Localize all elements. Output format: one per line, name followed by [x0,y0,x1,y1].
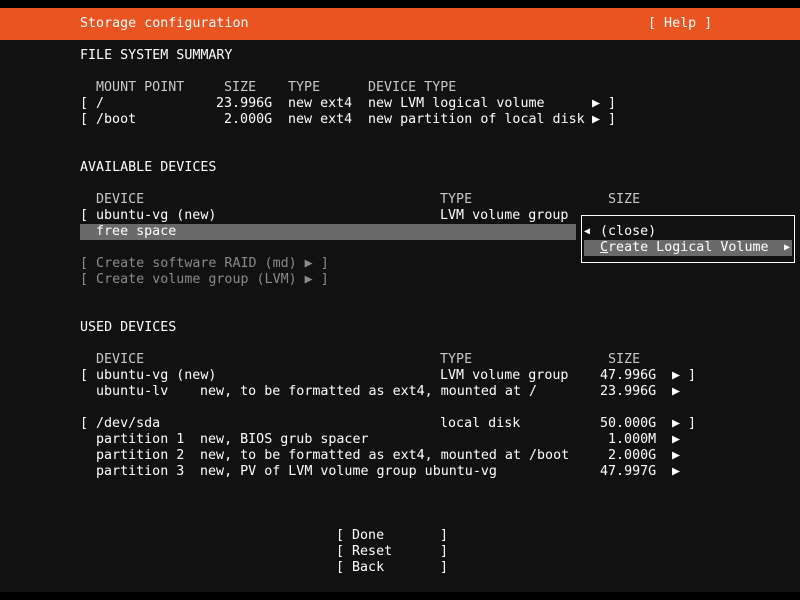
device-name: partition 2 [96,448,185,463]
device-type: LVM volume group [440,368,569,383]
device-size: 47.997G [600,464,657,479]
col-device-type: DEVICE TYPE [368,80,457,95]
page-title: Storage configuration [80,16,249,31]
button-bracket-right: ] [440,544,449,559]
close-arrow-icon[interactable]: ◀ [584,224,590,240]
available-devices-heading: AVAILABLE DEVICES [80,160,217,175]
create-raid-button[interactable]: [ Create software RAID (md) ▶ ] [80,256,329,272]
row-bracket: [ [80,416,89,431]
reset-button-label: Reset [352,544,393,559]
fs-type: new ext4 [288,112,353,127]
button-bracket-left: [ [336,544,345,559]
device-name: partition 3 [96,464,185,479]
button-bracket-right: ] [440,528,449,543]
device-name: ubuntu-lv [96,384,169,399]
mount-point: /boot [96,112,137,127]
device-name: ubuntu-vg (new) [96,368,217,383]
fs-size: 2.000G [224,112,273,127]
row-bracket: [ [80,96,89,111]
back-button-label: Back [352,560,385,575]
col-size: SIZE [224,80,257,95]
row-arrow-icon[interactable]: ▶ ] [672,368,696,384]
row-arrow-icon[interactable]: ▶ [672,464,680,480]
col-mount-point: MOUNT POINT [96,80,185,95]
free-space-label: free space [96,224,177,239]
device-size: 2.000G [608,448,657,463]
fs-size: 23.996G [216,96,273,111]
row-arrow-icon[interactable]: ▶ [672,384,680,400]
device-description: new, BIOS grub spacer [200,432,369,447]
col-type: TYPE [440,192,473,207]
device-description: new, to be formatted as ext4, mounted at… [200,384,538,399]
create-logical-volume-label: Create Logical Volume [600,240,769,256]
row-bracket: [ [80,368,89,383]
submenu-arrow-icon: ▶ [784,242,791,253]
device-size: 50.000G [600,416,657,431]
device-size: 47.996G [600,368,657,383]
create-volume-group-button[interactable]: [ Create volume group (LVM) ▶ ] [80,272,329,288]
row-bracket: [ [80,208,89,223]
help-button[interactable]: [ Help ] [648,16,712,32]
button-bracket-left: [ [336,560,345,575]
device-type: new partition of local disk [368,112,585,127]
row-arrow-icon[interactable]: ▶ ] [592,96,616,112]
button-bracket-left: [ [336,528,345,543]
device-name: ubuntu-vg (new) [96,208,217,223]
col-size: SIZE [608,192,641,207]
fs-summary-heading: FILE SYSTEM SUMMARY [80,48,233,63]
col-type: TYPE [440,352,473,367]
row-arrow-icon[interactable]: ▶ [672,432,680,448]
fs-type: new ext4 [288,96,353,111]
row-bracket: [ [80,112,89,127]
device-type: local disk [440,416,521,431]
mount-point: / [96,96,105,111]
device-name: /dev/sda [96,416,161,431]
col-device: DEVICE [96,192,145,207]
button-bracket-right: ] [440,560,449,575]
device-size: 1.000M [608,432,657,447]
hotkey-letter: C [600,240,609,255]
row-arrow-icon[interactable]: ▶ ] [672,416,696,432]
label-rest: reate Logical Volume [608,240,769,255]
done-button-label: Done [352,528,385,543]
device-name: partition 1 [96,432,185,447]
row-arrow-icon[interactable]: ▶ [672,448,680,464]
device-type: new LVM logical volume [368,96,545,111]
device-size: 23.996G [600,384,657,399]
col-device: DEVICE [96,352,145,367]
device-type: LVM volume group [440,208,569,223]
device-description: new, to be formatted as ext4, mounted at… [200,448,570,463]
row-arrow-icon[interactable]: ▶ ] [592,112,616,128]
col-size: SIZE [608,352,641,367]
close-menu-item[interactable]: (close) [600,224,656,240]
used-devices-heading: USED DEVICES [80,320,177,335]
device-description: new, PV of LVM volume group ubuntu-vg [200,464,497,479]
col-type: TYPE [288,80,321,95]
